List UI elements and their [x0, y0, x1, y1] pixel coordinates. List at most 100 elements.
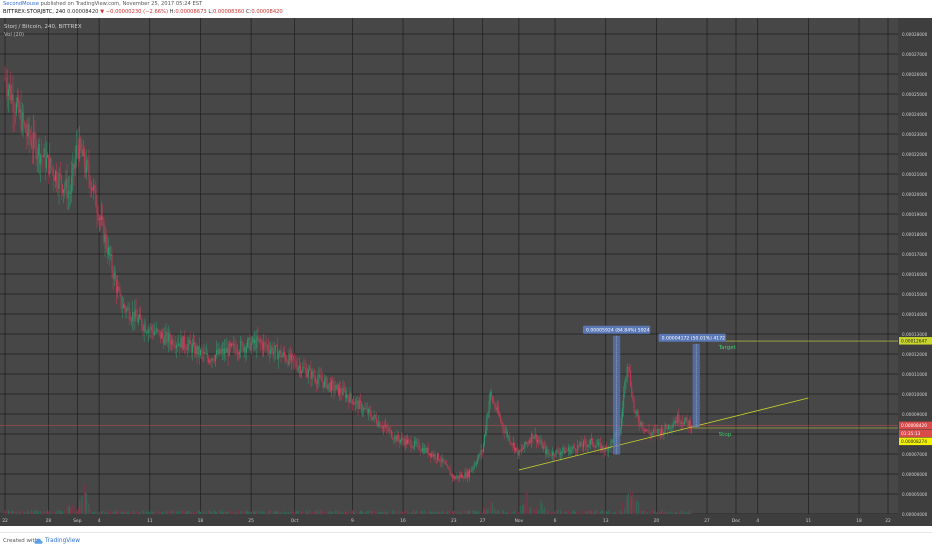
volume-bar	[670, 511, 672, 514]
candle-body	[96, 206, 98, 214]
candle-body	[400, 439, 402, 443]
candle-body	[465, 472, 467, 478]
candle-body	[581, 446, 583, 448]
candle-body	[308, 369, 310, 375]
volume-bar	[584, 510, 586, 514]
volume-bar	[58, 510, 60, 514]
volume-bar	[495, 510, 497, 514]
volume-bar	[626, 494, 628, 514]
volume-bar	[577, 512, 579, 514]
volume-bar	[224, 512, 226, 514]
candle-body	[18, 97, 20, 113]
volume-bar	[627, 492, 629, 514]
candle-body	[596, 445, 598, 446]
candle-body	[16, 102, 17, 114]
candle-body	[134, 309, 136, 322]
volume-bar	[585, 512, 587, 514]
volume-bar	[413, 510, 415, 514]
x-tick-label: 13	[603, 518, 609, 524]
x-tick-label: 9	[351, 518, 354, 524]
candle-body	[342, 388, 344, 395]
candle-body	[462, 474, 464, 479]
candle-body	[278, 353, 280, 360]
volume-bar	[472, 510, 474, 514]
volume-bar	[493, 506, 495, 514]
volume-bar	[632, 492, 634, 514]
candle-body	[226, 348, 228, 353]
volume-bar	[324, 511, 326, 514]
candle-body	[540, 440, 542, 443]
volume-bar	[140, 512, 142, 514]
candle-body	[511, 443, 513, 446]
volume-bar	[675, 511, 676, 514]
price-change: −0.00000230 (−2.66%)	[105, 9, 169, 15]
volume-bar	[532, 509, 534, 514]
candle-body	[152, 330, 154, 335]
price-chart[interactable]: Target Stop 0.00005924 (84.84%) 5924 0.000…	[0, 18, 932, 526]
volume-bar	[657, 510, 659, 514]
candle-body	[568, 447, 569, 451]
volume-bar	[231, 511, 232, 514]
volume-bar	[663, 511, 665, 514]
candle-body	[66, 178, 68, 199]
volume-bar	[81, 496, 83, 514]
candle-body	[433, 453, 435, 457]
volume-bar	[358, 512, 360, 514]
volume-bar	[26, 511, 28, 514]
candle-body	[317, 379, 319, 385]
candle-body	[426, 447, 428, 453]
volume-bar	[114, 510, 116, 514]
candle-body	[554, 455, 556, 457]
chart-frame[interactable]: Target Stop 0.00005924 (84.84%) 5924 0.000…	[0, 18, 932, 526]
volume-bar	[561, 512, 563, 514]
volume-bar	[86, 493, 88, 514]
volume-bar	[234, 511, 236, 514]
volume-bar	[587, 510, 589, 514]
volume-bar	[241, 512, 243, 514]
volume-bar	[91, 512, 93, 514]
candle-body	[449, 469, 451, 475]
volume-bar	[631, 496, 633, 514]
candle-body	[225, 348, 227, 353]
candle-body	[675, 420, 676, 424]
candle-body	[165, 331, 167, 336]
candle-body	[39, 144, 40, 164]
author-link[interactable]: SecondMouse	[3, 1, 39, 7]
tradingview-cloud-icon	[34, 538, 43, 544]
candle-body	[549, 453, 551, 456]
candle-body	[481, 450, 483, 452]
volume-bar	[97, 511, 99, 514]
volume-bar	[523, 504, 525, 514]
candle-body	[392, 437, 393, 439]
candle-body	[232, 343, 234, 345]
volume-bar	[257, 511, 259, 514]
volume-bar	[82, 509, 84, 514]
volume-bar	[19, 511, 21, 514]
candle-body	[683, 423, 684, 425]
candle-body	[27, 124, 29, 137]
volume-bar	[354, 512, 356, 514]
volume-bar	[501, 510, 503, 514]
volume-bar	[213, 510, 215, 514]
candle-body	[171, 338, 173, 345]
volume-bar	[331, 510, 333, 514]
publish-info: SecondMouse published on TradingView.com…	[3, 1, 202, 8]
volume-bar	[357, 512, 359, 514]
candle-body	[533, 437, 535, 439]
volume-bar	[281, 512, 283, 514]
candle-body	[288, 353, 290, 365]
volume-bar	[685, 512, 687, 514]
time-axis[interactable]	[0, 514, 898, 526]
volume-bar	[93, 512, 94, 514]
volume-bar	[308, 512, 310, 514]
volume-bar	[323, 512, 324, 514]
candle-body	[57, 184, 59, 189]
tradingview-brand[interactable]: TradingView	[45, 538, 80, 544]
candle-body	[140, 314, 142, 320]
volume-bar	[643, 510, 645, 514]
volume-bar	[609, 512, 611, 514]
candle-body	[632, 396, 634, 400]
candle-body	[78, 145, 80, 159]
candle-body	[129, 319, 131, 321]
volume-bar	[10, 511, 12, 514]
